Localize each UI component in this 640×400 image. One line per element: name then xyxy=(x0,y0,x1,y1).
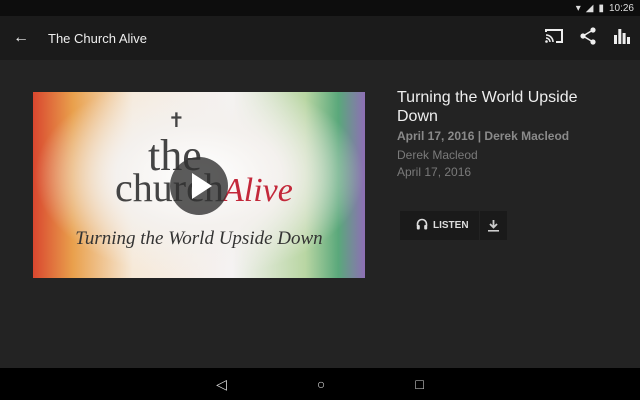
wifi-icon: ▾ xyxy=(575,2,581,14)
nav-home-icon[interactable]: ○ xyxy=(317,376,325,392)
logo-text-alive: Alive xyxy=(223,172,293,209)
sermon-speaker: Derek Macleod xyxy=(397,148,478,162)
listen-label: LISTEN xyxy=(433,220,469,231)
page-title: The Church Alive xyxy=(48,30,147,46)
sermon-info: Turning the World Upside Down April 17, … xyxy=(397,88,617,181)
share-icon[interactable] xyxy=(578,26,598,50)
sermon-date: April 17, 2016 xyxy=(397,165,472,179)
sermon-subtitle: April 17, 2016 | Derek Macleod xyxy=(397,129,570,143)
battery-icon: ▮ xyxy=(598,2,604,14)
app-bar: ← The Church Alive xyxy=(0,16,640,60)
sermon-title: Turning the World Upside Down xyxy=(397,89,578,125)
status-bar: ▾ ◢ ▮ 10:26 xyxy=(0,0,640,16)
signal-icon: ◢ xyxy=(585,2,594,14)
headphones-icon xyxy=(416,218,428,233)
download-button[interactable] xyxy=(478,211,507,240)
play-button[interactable] xyxy=(170,157,228,215)
sermon-thumbnail[interactable]: ✝ the church Alive Turning the World Ups… xyxy=(33,92,365,278)
nav-recents-icon[interactable]: □ xyxy=(415,376,423,392)
back-arrow-icon[interactable]: ← xyxy=(13,29,33,47)
stats-icon[interactable] xyxy=(612,28,632,49)
nav-back-icon[interactable]: ◁ xyxy=(216,376,227,393)
clock: 10:26 xyxy=(608,2,634,14)
cast-icon[interactable] xyxy=(544,28,564,48)
navigation-bar: ◁ ○ □ xyxy=(0,368,640,400)
download-icon xyxy=(487,219,499,232)
thumbnail-subtitle: Turning the World Upside Down xyxy=(75,228,323,249)
listen-button[interactable]: LISTEN xyxy=(400,211,479,240)
